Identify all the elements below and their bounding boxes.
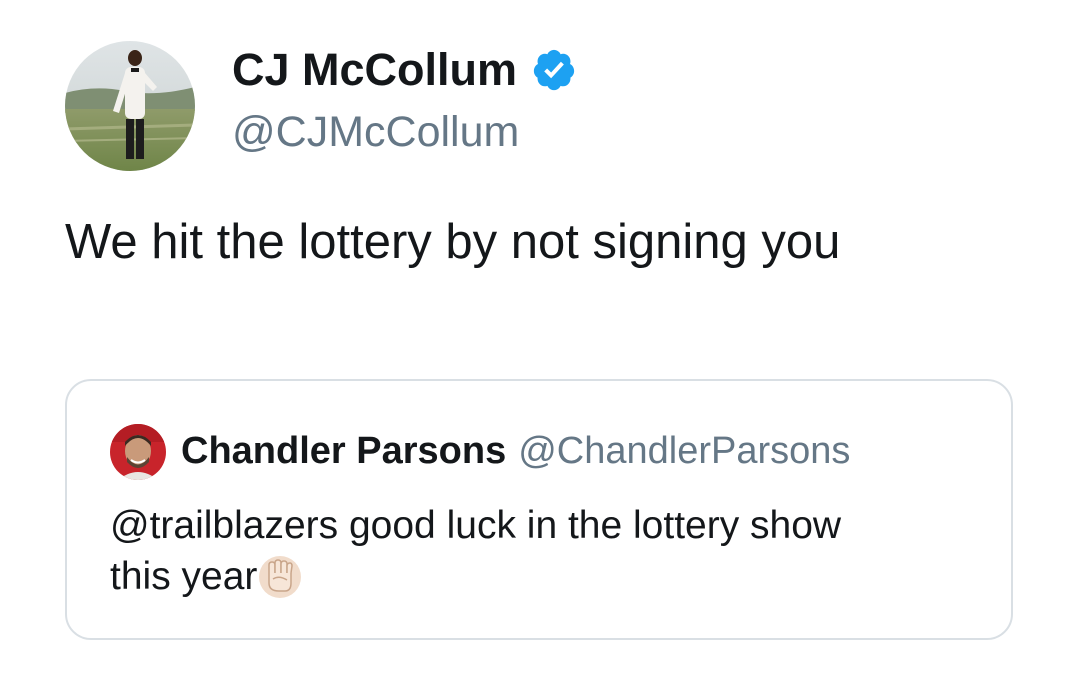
author-name-row[interactable]: CJ McCollum — [232, 44, 577, 96]
quoted-author-handle[interactable]: @ChandlerParsons — [518, 428, 850, 474]
quoted-tweet-text: @trailblazers good luck in the lottery s… — [110, 500, 970, 602]
quoted-header: Chandler Parsons @ChandlerParsons — [181, 428, 850, 474]
quoted-tweet-card[interactable]: Chandler Parsons @ChandlerParsons @trail… — [65, 379, 1013, 640]
quoted-text-line2: this year — [110, 555, 258, 598]
quoted-author-name[interactable]: Chandler Parsons — [181, 428, 506, 474]
author-handle[interactable]: @CJMcCollum — [232, 106, 519, 158]
author-avatar[interactable] — [65, 41, 195, 171]
verified-badge-icon — [531, 47, 577, 93]
quoted-author-avatar[interactable] — [110, 424, 166, 480]
author-name[interactable]: CJ McCollum — [232, 44, 517, 96]
raised-fist-icon — [257, 553, 303, 599]
quoted-text-line1: @trailblazers good luck in the lottery s… — [110, 504, 842, 547]
tweet-card: CJ McCollum @CJMcCollum We hit the lotte… — [0, 0, 1080, 683]
tweet-text: We hit the lottery by not signing you — [65, 215, 841, 269]
